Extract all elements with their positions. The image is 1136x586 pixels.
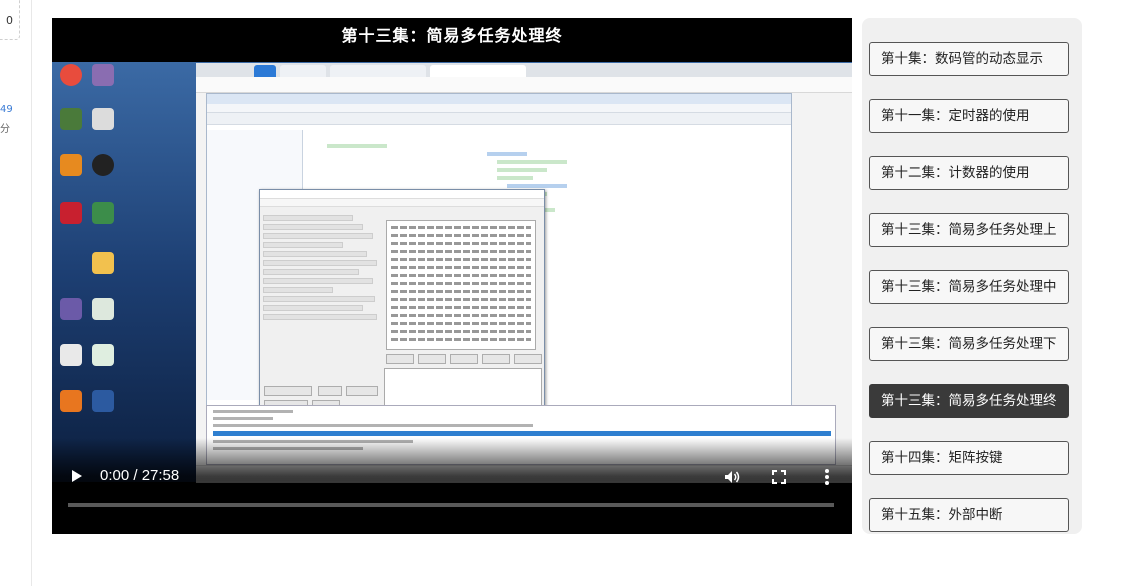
desktop-icon	[86, 108, 120, 138]
episode-item[interactable]: 第十集：数码管的动态显示	[869, 42, 1069, 76]
episode-label: 第十三集：简易多任务处理中	[881, 279, 1057, 295]
volume-icon[interactable]	[724, 469, 740, 485]
desktop-icon	[86, 344, 120, 374]
more-vert-icon[interactable]	[824, 468, 830, 486]
left-card-text: 0	[6, 14, 13, 27]
left-sidebar-fragment: 0 49 分	[0, 0, 32, 586]
episode-item[interactable]: 第十五集：外部中断	[869, 498, 1069, 532]
episode-label: 第十五集：外部中断	[881, 507, 1003, 523]
episode-label: 第十集：数码管的动态显示	[881, 51, 1043, 67]
desktop-icon	[86, 390, 120, 420]
desktop-icon	[54, 344, 88, 374]
desktop-icon	[54, 298, 88, 328]
episode-item[interactable]: 第十二集：计数器的使用	[869, 156, 1069, 190]
episode-item[interactable]: 第十四集：矩阵按键	[869, 441, 1069, 475]
desktop-icon	[54, 108, 88, 138]
episode-playlist: 第十集：数码管的动态显示 第十一集：定时器的使用 第十二集：计数器的使用 第十三…	[862, 18, 1082, 534]
screen-browser-window	[196, 63, 852, 483]
episode-label: 第十四集：矩阵按键	[881, 450, 1003, 466]
episode-label: 第十三集：简易多任务处理上	[881, 222, 1057, 238]
desktop-icon	[86, 154, 120, 184]
desktop-icon	[54, 64, 88, 94]
episode-label: 第十三集：简易多任务处理终	[881, 393, 1057, 409]
desktop-icon	[86, 252, 120, 282]
desktop-icon	[86, 298, 120, 328]
episode-label: 第十三集：简易多任务处理下	[881, 336, 1057, 352]
episode-item[interactable]: 第十三集：简易多任务处理中	[869, 270, 1069, 304]
desktop-icon	[54, 202, 88, 232]
desktop-icon	[86, 202, 120, 232]
video-player[interactable]: 第十三集：简易多任务处理终 0:00 / 27:58	[52, 18, 852, 534]
desktop-icon	[54, 390, 88, 420]
left-unit: 分	[0, 124, 10, 135]
episode-item-active[interactable]: 第十三集：简易多任务处理终	[869, 384, 1069, 418]
desktop-icon	[54, 154, 88, 184]
screen-isp-dialog	[259, 189, 545, 431]
time-display: 0:00 / 27:58	[100, 467, 180, 484]
progress-bar[interactable]	[68, 503, 834, 507]
left-count: 49	[0, 104, 13, 115]
screen-ide-window	[206, 93, 792, 431]
player-controls	[52, 438, 852, 534]
left-card-fragment: 0	[0, 0, 20, 40]
fullscreen-icon[interactable]	[772, 470, 786, 484]
episode-label: 第十二集：计数器的使用	[881, 165, 1030, 181]
play-icon[interactable]	[72, 470, 82, 482]
episode-item[interactable]: 第十三集：简易多任务处理上	[869, 213, 1069, 247]
video-title: 第十三集：简易多任务处理终	[341, 26, 563, 45]
video-frame	[52, 62, 852, 483]
episode-item[interactable]: 第十一集：定时器的使用	[869, 99, 1069, 133]
episode-item[interactable]: 第十三集：简易多任务处理下	[869, 327, 1069, 361]
desktop-icon	[86, 64, 120, 94]
episode-label: 第十一集：定时器的使用	[881, 108, 1030, 124]
